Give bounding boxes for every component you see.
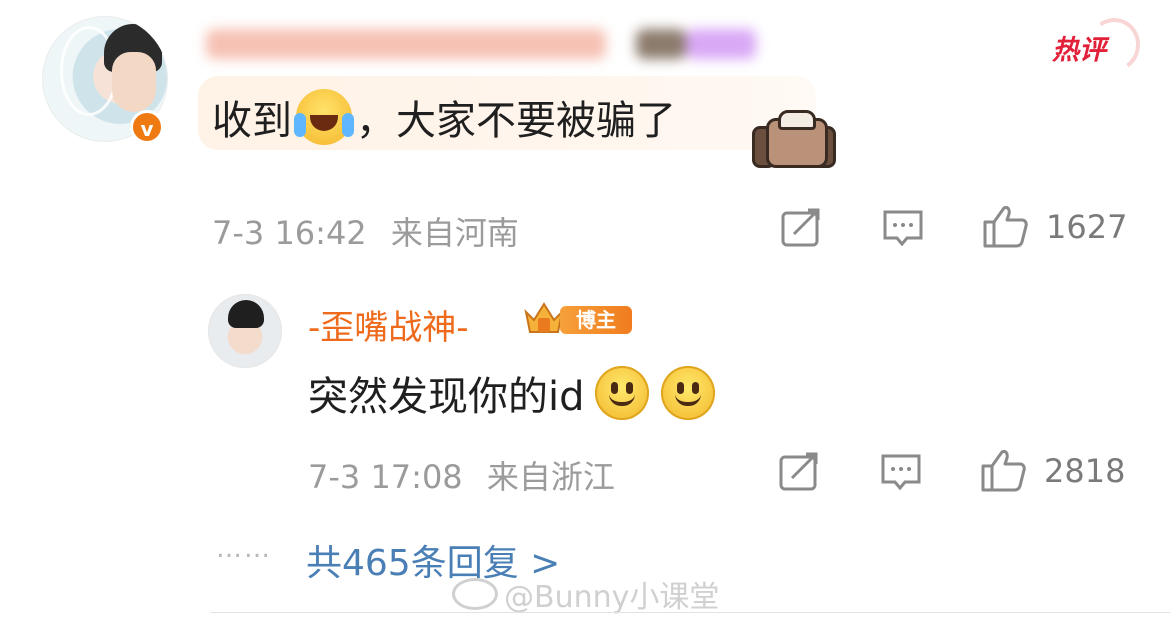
laughing-crying-emoji-icon — [294, 89, 354, 145]
comment-icon[interactable] — [882, 208, 924, 248]
main-comment-meta: 7-3 16:42 来自河南 — [212, 208, 519, 254]
jacket-sticker-icon — [752, 108, 836, 168]
blogger-badge-label: 博主 — [560, 306, 632, 334]
watermark-text: @Bunny小课堂 — [504, 580, 720, 615]
avatar-face — [112, 52, 156, 112]
smile-emoji-icon — [594, 366, 649, 420]
hot-badge-label: 热评 — [1052, 35, 1106, 66]
share-icon[interactable] — [778, 452, 820, 492]
reply-avatar-hair — [228, 300, 264, 328]
reply-avatar[interactable] — [208, 294, 282, 368]
main-comment-text: 收到 ，大家不要被骗了 — [212, 88, 676, 146]
thumbs-up-icon[interactable] — [982, 204, 1028, 248]
main-comment-text-part1: 收到 — [212, 98, 292, 144]
main-like-count: 1627 — [1046, 208, 1128, 246]
smile-emoji-icon — [660, 366, 715, 420]
thumbs-up-icon[interactable] — [980, 448, 1026, 492]
blogger-badge: 博主 — [522, 298, 634, 340]
more-replies-dots: …… — [216, 534, 272, 564]
reply-timestamp: 7-3 17:08 — [308, 458, 463, 496]
reply-location: 来自浙江 — [486, 458, 615, 496]
verified-badge-icon: v — [130, 110, 164, 144]
main-comment-timestamp: 7-3 16:42 — [212, 214, 367, 252]
comment-icon[interactable] — [880, 452, 922, 492]
reply-username[interactable]: -歪嘴战神- — [308, 300, 469, 349]
blurred-username[interactable] — [206, 22, 766, 66]
main-comment-text-part2: ，大家不要被骗了 — [356, 98, 676, 144]
watermark: @Bunny小课堂 — [452, 572, 719, 616]
reply-meta: 7-3 17:08 来自浙江 — [308, 452, 615, 498]
reply-like-count: 2818 — [1044, 452, 1126, 490]
weibo-logo-icon — [452, 578, 498, 610]
divider — [210, 612, 1170, 613]
main-comment-location: 来自河南 — [390, 214, 519, 252]
reply-text-content: 突然发现你的id — [308, 374, 585, 420]
hot-comment-badge: 热评 — [1046, 13, 1145, 77]
share-icon[interactable] — [780, 208, 822, 248]
reply-text: 突然发现你的id — [308, 364, 715, 422]
